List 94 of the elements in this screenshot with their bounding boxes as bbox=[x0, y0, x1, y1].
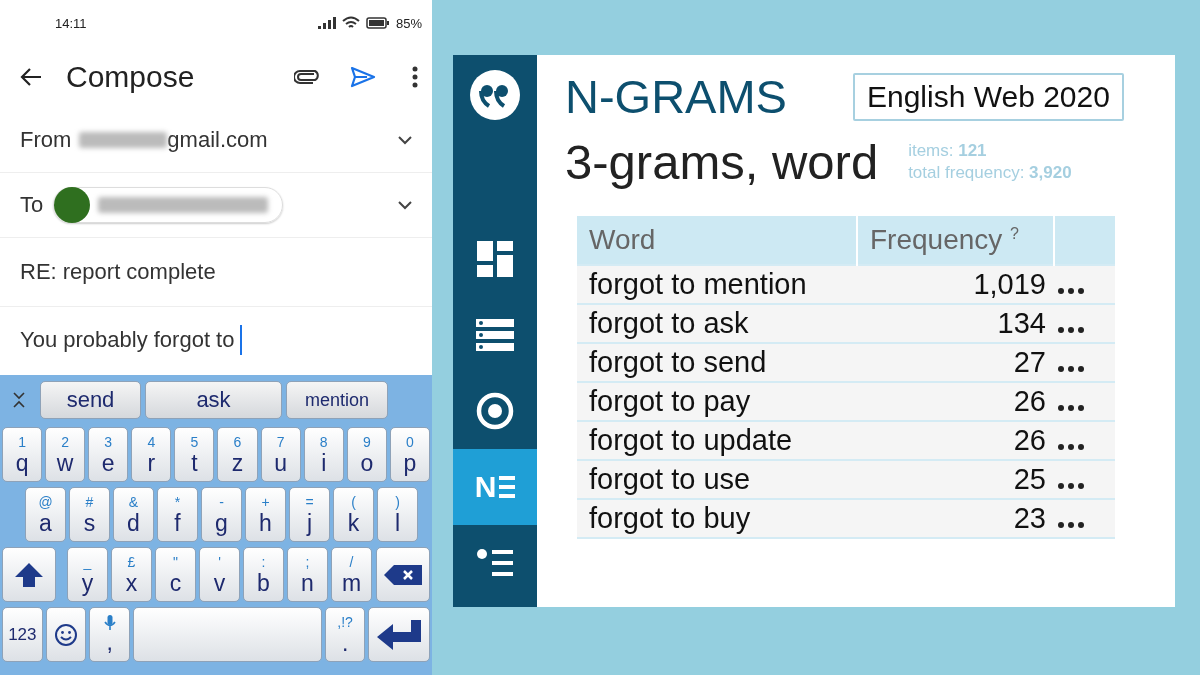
key[interactable]: 5 t bbox=[174, 427, 215, 482]
key[interactable]: 6 z bbox=[217, 427, 258, 482]
result-heading: 3-grams, word bbox=[565, 134, 879, 190]
key[interactable]: ' v bbox=[199, 547, 240, 602]
key[interactable]: ; n bbox=[287, 547, 328, 602]
frequency-cell: 23 bbox=[857, 499, 1054, 538]
screen-title: Compose bbox=[66, 60, 196, 94]
more-icon[interactable] bbox=[412, 66, 418, 88]
column-header[interactable]: Word bbox=[577, 216, 857, 265]
backspace-icon bbox=[384, 564, 422, 585]
word-cell: forgot to buy bbox=[577, 499, 857, 538]
more-icon[interactable] bbox=[1058, 483, 1084, 489]
key[interactable]: @ a bbox=[25, 487, 66, 542]
key[interactable]: 9 o bbox=[346, 427, 387, 482]
lines-icon bbox=[499, 476, 516, 498]
key[interactable]: ,!? . bbox=[324, 607, 366, 662]
column-header[interactable]: Frequency $^{?}$ bbox=[857, 216, 1054, 265]
backspace-key[interactable] bbox=[376, 547, 430, 602]
suggestion-button[interactable]: mention bbox=[286, 381, 388, 419]
bullet-list-icon[interactable] bbox=[477, 548, 513, 578]
collapse-icon[interactable] bbox=[12, 391, 26, 409]
key[interactable]: ( k bbox=[333, 487, 374, 542]
suggestion-button[interactable]: ask bbox=[145, 381, 282, 419]
shift-icon bbox=[14, 561, 44, 588]
corpus-selector[interactable]: English Web 2020 bbox=[852, 72, 1124, 121]
wifi-icon bbox=[341, 16, 360, 30]
comma-key[interactable]: , bbox=[89, 607, 131, 662]
sender-domain: gmail.com bbox=[167, 127, 268, 153]
chevron-down-icon[interactable] bbox=[398, 135, 412, 145]
message-body-field[interactable]: You probably forgot to bbox=[20, 325, 243, 375]
status-time: 14:11 bbox=[55, 15, 88, 31]
key[interactable]: 7 u bbox=[260, 427, 301, 482]
more-icon[interactable] bbox=[1058, 522, 1084, 528]
list-icon[interactable] bbox=[476, 319, 514, 351]
stat-text: items: 121 bbox=[908, 141, 988, 161]
subject-field[interactable]: RE: report complete bbox=[20, 259, 216, 285]
from-label: From bbox=[20, 127, 72, 153]
frequency-cell: 1,019 bbox=[857, 265, 1054, 304]
key[interactable]: 0 p bbox=[389, 427, 430, 482]
word-cell: forgot to update bbox=[577, 421, 857, 460]
word-cell: forgot to use bbox=[577, 460, 857, 499]
send-icon[interactable] bbox=[350, 66, 376, 88]
numbers-key[interactable]: 123 bbox=[2, 607, 43, 662]
more-icon[interactable] bbox=[1058, 444, 1084, 450]
page-title: N-GRAMS bbox=[565, 69, 787, 124]
back-arrow-icon[interactable] bbox=[20, 68, 42, 86]
key[interactable]: # s bbox=[69, 487, 110, 542]
key[interactable]: / m bbox=[331, 547, 372, 602]
key[interactable]: 1 q bbox=[2, 427, 43, 482]
more-icon[interactable] bbox=[1058, 327, 1084, 333]
key[interactable]: 2 w bbox=[45, 427, 86, 482]
key[interactable]: - g bbox=[201, 487, 242, 542]
enter-key[interactable] bbox=[368, 607, 430, 662]
word-cell: forgot to pay bbox=[577, 382, 857, 421]
to-label: To bbox=[20, 192, 44, 218]
key[interactable]: £ x bbox=[111, 547, 152, 602]
battery-icon bbox=[365, 17, 390, 29]
suggestion-button[interactable]: send bbox=[40, 381, 141, 419]
frequency-cell: 134 bbox=[857, 304, 1054, 343]
key[interactable]: _ y bbox=[67, 547, 108, 602]
shift-key[interactable] bbox=[2, 547, 56, 602]
word-cell: forgot to ask bbox=[577, 304, 857, 343]
key[interactable]: * f bbox=[157, 487, 198, 542]
space-key[interactable] bbox=[133, 607, 322, 662]
key[interactable]: = j bbox=[289, 487, 330, 542]
key[interactable]: 4 r bbox=[131, 427, 172, 482]
dashboard-icon[interactable] bbox=[477, 241, 513, 277]
frequency-cell: 26 bbox=[857, 382, 1054, 421]
battery-level: 85% bbox=[395, 15, 422, 31]
word-cell: forgot to send bbox=[577, 343, 857, 382]
word-cell: forgot to mention bbox=[577, 265, 857, 304]
key[interactable]: : b bbox=[243, 547, 284, 602]
frequency-cell: 27 bbox=[857, 343, 1054, 382]
key[interactable]: " c bbox=[155, 547, 196, 602]
emoji-key[interactable] bbox=[45, 607, 87, 662]
more-icon[interactable] bbox=[1058, 405, 1084, 411]
key[interactable]: ) l bbox=[377, 487, 418, 542]
target-icon[interactable] bbox=[476, 392, 514, 430]
enter-icon bbox=[377, 619, 422, 650]
signal-icon bbox=[317, 17, 336, 29]
key[interactable]: & d bbox=[113, 487, 154, 542]
more-icon[interactable] bbox=[1058, 288, 1084, 294]
paperclip-icon[interactable] bbox=[294, 70, 320, 84]
more-icon[interactable] bbox=[1058, 366, 1084, 372]
key[interactable]: 8 i bbox=[303, 427, 344, 482]
quote-logo-icon[interactable] bbox=[469, 69, 521, 121]
microphone-icon bbox=[103, 615, 116, 631]
key[interactable]: + h bbox=[245, 487, 286, 542]
key[interactable]: 3 e bbox=[88, 427, 129, 482]
stat-text: total frequency: 3,920 bbox=[908, 163, 1072, 183]
frequency-cell: 26 bbox=[857, 421, 1054, 460]
smiley-icon bbox=[54, 622, 79, 647]
frequency-cell: 25 bbox=[857, 460, 1054, 499]
chevron-down-icon[interactable] bbox=[398, 200, 412, 210]
